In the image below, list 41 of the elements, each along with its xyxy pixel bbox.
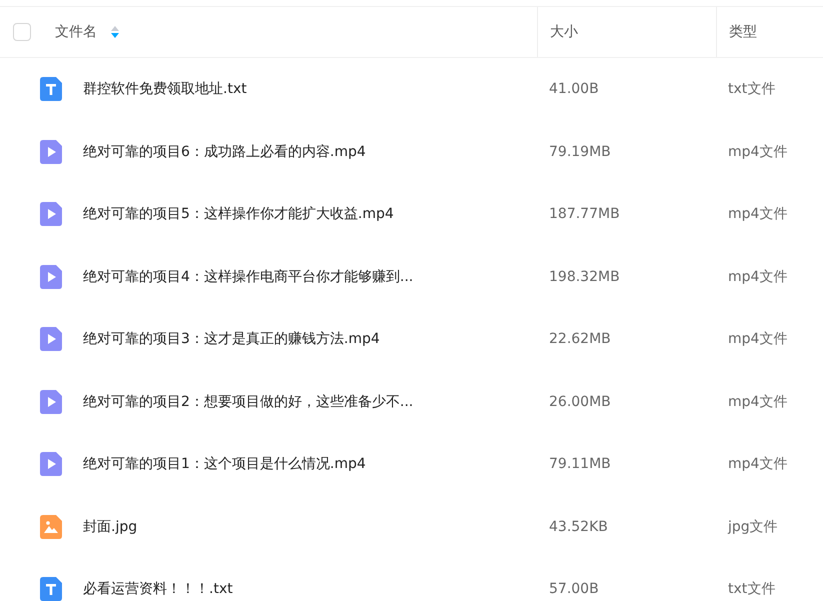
file-type: mp4文件 (727, 205, 788, 224)
file-type: mp4文件 (727, 455, 788, 474)
video-file-icon (40, 452, 62, 476)
file-size: 79.11MB (548, 456, 612, 472)
file-type: txt文件 (727, 80, 776, 98)
video-file-icon (40, 202, 62, 226)
file-type: mp4文件 (727, 142, 788, 161)
file-size: 41.00B (548, 81, 600, 98)
file-type: mp4文件 (727, 268, 788, 286)
file-name[interactable]: 绝对可靠的项目1：这个项目是什么情况.mp4 (83, 455, 366, 474)
file-size: 26.00MB (548, 394, 612, 410)
column-header[interactable]: 类型 (729, 23, 757, 41)
column-header[interactable]: 文件名 (55, 23, 97, 41)
video-file-icon (40, 264, 62, 289)
video-file-icon (40, 390, 62, 414)
file-size: 57.00B (548, 581, 600, 598)
file-size: 79.19MB (548, 144, 612, 160)
file-name[interactable]: 绝对可靠的项目4：这样操作电商平台你才能够赚到... (83, 268, 414, 286)
text-file-icon (40, 577, 62, 601)
sort-icon[interactable] (111, 26, 119, 38)
file-name[interactable]: 绝对可靠的项目3：这才是真正的赚钱方法.mp4 (83, 330, 380, 348)
file-name[interactable]: 绝对可靠的项目2：想要项目做的好，这些准备少不... (83, 392, 414, 411)
file-name[interactable]: 群控软件免费领取地址.txt (83, 80, 247, 98)
column-header[interactable]: 大小 (550, 23, 578, 41)
file-type: txt文件 (727, 580, 776, 598)
text-file-icon (40, 77, 62, 102)
file-name[interactable]: 必看运营资料！！！.txt (83, 580, 233, 598)
file-type: mp4文件 (727, 330, 788, 348)
video-file-icon (40, 140, 62, 164)
file-name[interactable]: 绝对可靠的项目6：成功路上必看的内容.mp4 (83, 142, 366, 161)
file-type: mp4文件 (727, 392, 788, 411)
file-type: jpg文件 (726, 518, 779, 536)
select-all-checkbox[interactable] (13, 23, 31, 41)
file-name[interactable]: 封面.jpg (83, 518, 138, 536)
file-size: 43.52KB (548, 518, 609, 535)
file-name[interactable]: 绝对可靠的项目5：这样操作你才能扩大收益.mp4 (83, 205, 394, 224)
file-size: 198.32MB (548, 268, 621, 285)
file-size: 187.77MB (548, 206, 621, 222)
video-file-icon (40, 327, 62, 352)
file-size: 22.62MB (548, 331, 612, 348)
image-file-icon (40, 514, 62, 539)
